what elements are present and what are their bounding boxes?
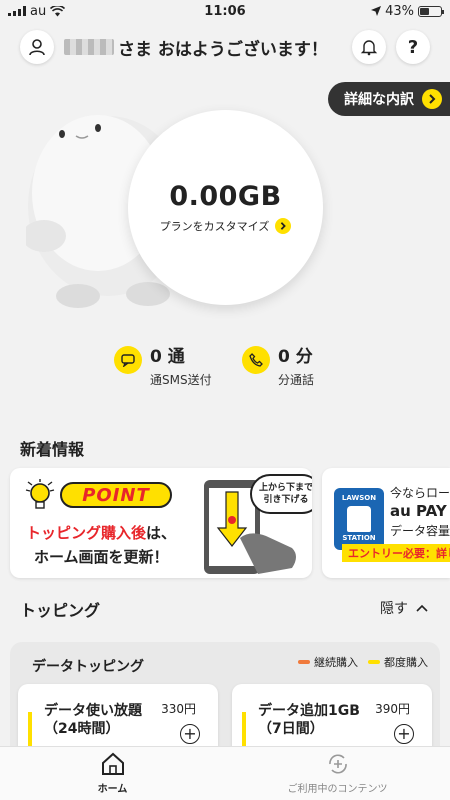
topping-price: 330円 xyxy=(161,702,196,716)
status-bar: au 11:06 43% xyxy=(0,0,450,22)
detail-breakdown-label: 詳細な内訳 xyxy=(344,92,414,108)
chevron-up-icon xyxy=(416,604,428,612)
chevron-right-icon xyxy=(422,89,442,109)
status-time: 11:06 xyxy=(204,3,246,19)
call-usage: 0 分 分通話 xyxy=(242,342,314,388)
carrier-label: au xyxy=(30,3,47,19)
news-card1-line2: ホーム画面を更新！ xyxy=(34,548,169,566)
bottom-nav: ホーム ご利用中のコンテンツ xyxy=(0,746,450,800)
data-topping-panel: データトッピング 継続購入 都度購入 データ使い放題 （24時間） 330円 +… xyxy=(10,642,440,764)
sms-count: 0 通 xyxy=(150,347,185,367)
help-button[interactable]: ? xyxy=(396,30,430,64)
profile-button[interactable] xyxy=(20,30,54,64)
swipe-hint-bubble: 上から下まで 引き下げる xyxy=(250,474,312,514)
topping-section-title: トッピング xyxy=(20,601,101,620)
topping-name: データ追加1GB （7日間） xyxy=(258,703,360,737)
notification-button[interactable] xyxy=(352,30,386,64)
data-usage-gauge: 0.00GB プランをカスタマイズ xyxy=(128,110,323,305)
battery-icon xyxy=(418,5,444,17)
call-label: 分通話 xyxy=(278,373,315,387)
hide-toggle-label: 隠す xyxy=(380,601,408,617)
sms-label: 通SMS送付 xyxy=(150,373,212,387)
point-badge: POINT xyxy=(60,482,172,508)
detail-breakdown-button[interactable]: 詳細な内訳 xyxy=(328,82,450,116)
signal-icon xyxy=(8,6,26,16)
news-card2-line3: データ容量 xyxy=(390,524,450,538)
lawson-station-logo: LAWSON STATION xyxy=(334,488,384,550)
legend-one-time: 都度購入 xyxy=(368,654,428,670)
greeting-text: さま おはようございます！ xyxy=(118,39,328,60)
news-section-title: 新着情報 xyxy=(20,440,85,459)
data-topping-title: データトッピング xyxy=(32,659,144,675)
hide-toggle[interactable]: 隠す xyxy=(380,598,428,618)
location-arrow-icon xyxy=(371,6,382,16)
news-card2-line1: 今ならロー xyxy=(390,486,450,500)
header: さま おはようございます！ ? xyxy=(20,30,430,64)
purchase-legend: 継続購入 都度購入 xyxy=(298,654,428,670)
news-card1-line1: トッピング購入後は、 xyxy=(26,524,177,542)
help-icon: ? xyxy=(407,36,419,58)
battery-percent: 43% xyxy=(385,3,414,19)
data-remaining-value: 0.00GB xyxy=(169,181,282,212)
greeting: さま おはようございます！ xyxy=(64,35,352,60)
sms-icon xyxy=(114,346,142,374)
nav-home[interactable]: ホーム xyxy=(0,747,225,800)
call-minutes: 0 分 xyxy=(278,347,313,367)
user-icon xyxy=(29,39,45,56)
chevron-right-icon xyxy=(275,218,292,234)
topping-price: 390円 xyxy=(375,702,410,716)
sms-usage: 0 通 通SMS送付 xyxy=(114,342,212,388)
customize-plan-label: プランをカスタマイズ xyxy=(159,220,270,233)
refresh-plus-icon xyxy=(328,754,347,774)
news-card-point[interactable]: POINT トッピング購入後は、 ホーム画面を更新！ 上から下まで 引き下げる xyxy=(10,468,312,578)
topping-name: データ使い放題 （24時間） xyxy=(44,703,142,737)
nav-home-label: ホーム xyxy=(97,784,128,795)
nav-contents-label: ご利用中のコンテンツ xyxy=(287,784,388,795)
customize-plan-link[interactable]: プランをカスタマイズ xyxy=(160,218,292,234)
bell-icon xyxy=(360,40,378,56)
lightbulb-icon xyxy=(25,479,55,509)
nav-contents[interactable]: ご利用中のコンテンツ xyxy=(225,747,450,800)
entry-required-tag: エントリー必要：詳し xyxy=(342,544,450,562)
legend-continuous: 継続購入 xyxy=(298,654,358,670)
add-icon[interactable]: + xyxy=(394,724,414,744)
wifi-icon xyxy=(50,5,66,16)
blurred-username xyxy=(64,39,114,55)
add-icon[interactable]: + xyxy=(180,724,200,744)
phone-icon xyxy=(242,346,270,374)
news-card2-line2: au PAY xyxy=(390,502,447,520)
home-icon xyxy=(101,752,124,775)
news-card-lawson[interactable]: LAWSON STATION 今ならロー au PAY データ容量 エントリー必… xyxy=(322,468,450,578)
